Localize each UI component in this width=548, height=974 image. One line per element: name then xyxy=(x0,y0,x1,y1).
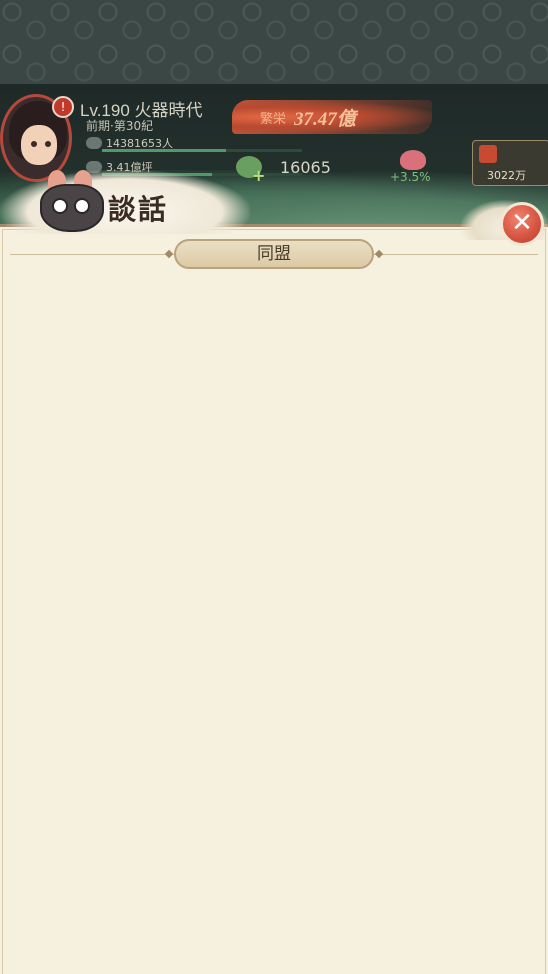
population-icon xyxy=(86,137,102,149)
dialog-title: 談話 xyxy=(108,193,169,226)
avatar-face xyxy=(21,125,57,165)
frog-value: 16065 xyxy=(280,158,331,177)
dragon-mascot-icon xyxy=(30,170,110,232)
tab-alliance-label: 同盟 xyxy=(257,244,291,264)
population-bar-fill xyxy=(102,149,226,152)
close-button[interactable]: ✕ xyxy=(500,202,544,246)
dragon-eye-left xyxy=(52,198,68,214)
alert-icon[interactable]: ! xyxy=(52,96,74,118)
avatar-eye-right xyxy=(45,141,51,147)
ornament-right xyxy=(374,249,384,259)
prosperity-value: 37.47億 xyxy=(294,109,356,130)
top-pattern-band xyxy=(0,0,548,84)
player-era: 前期·第30紀 xyxy=(86,119,154,133)
dragon-head xyxy=(40,184,104,232)
add-icon[interactable]: + xyxy=(252,166,265,185)
lotus-icon xyxy=(400,150,426,170)
shop-button[interactable]: 3022万 xyxy=(472,140,548,186)
avatar-eye-left xyxy=(31,141,37,147)
chat-dialog: 同盟 xyxy=(0,224,548,974)
lotus-resource[interactable]: +3.5% xyxy=(386,150,446,186)
frog-resource[interactable]: + 16065 xyxy=(236,154,356,185)
tab-alliance[interactable]: 同盟 xyxy=(164,239,384,269)
prosperity-label: 繁栄 xyxy=(260,112,287,127)
ornament-left xyxy=(164,249,174,259)
shop-icon xyxy=(479,145,497,163)
close-icon: ✕ xyxy=(511,208,533,238)
shop-value: 3022万 xyxy=(487,169,526,182)
population-bar xyxy=(102,149,302,152)
lotus-value: +3.5% xyxy=(390,170,431,184)
dragon-eye-right xyxy=(74,198,90,214)
prosperity-badge[interactable]: 繁栄 37.47億 xyxy=(232,100,432,134)
